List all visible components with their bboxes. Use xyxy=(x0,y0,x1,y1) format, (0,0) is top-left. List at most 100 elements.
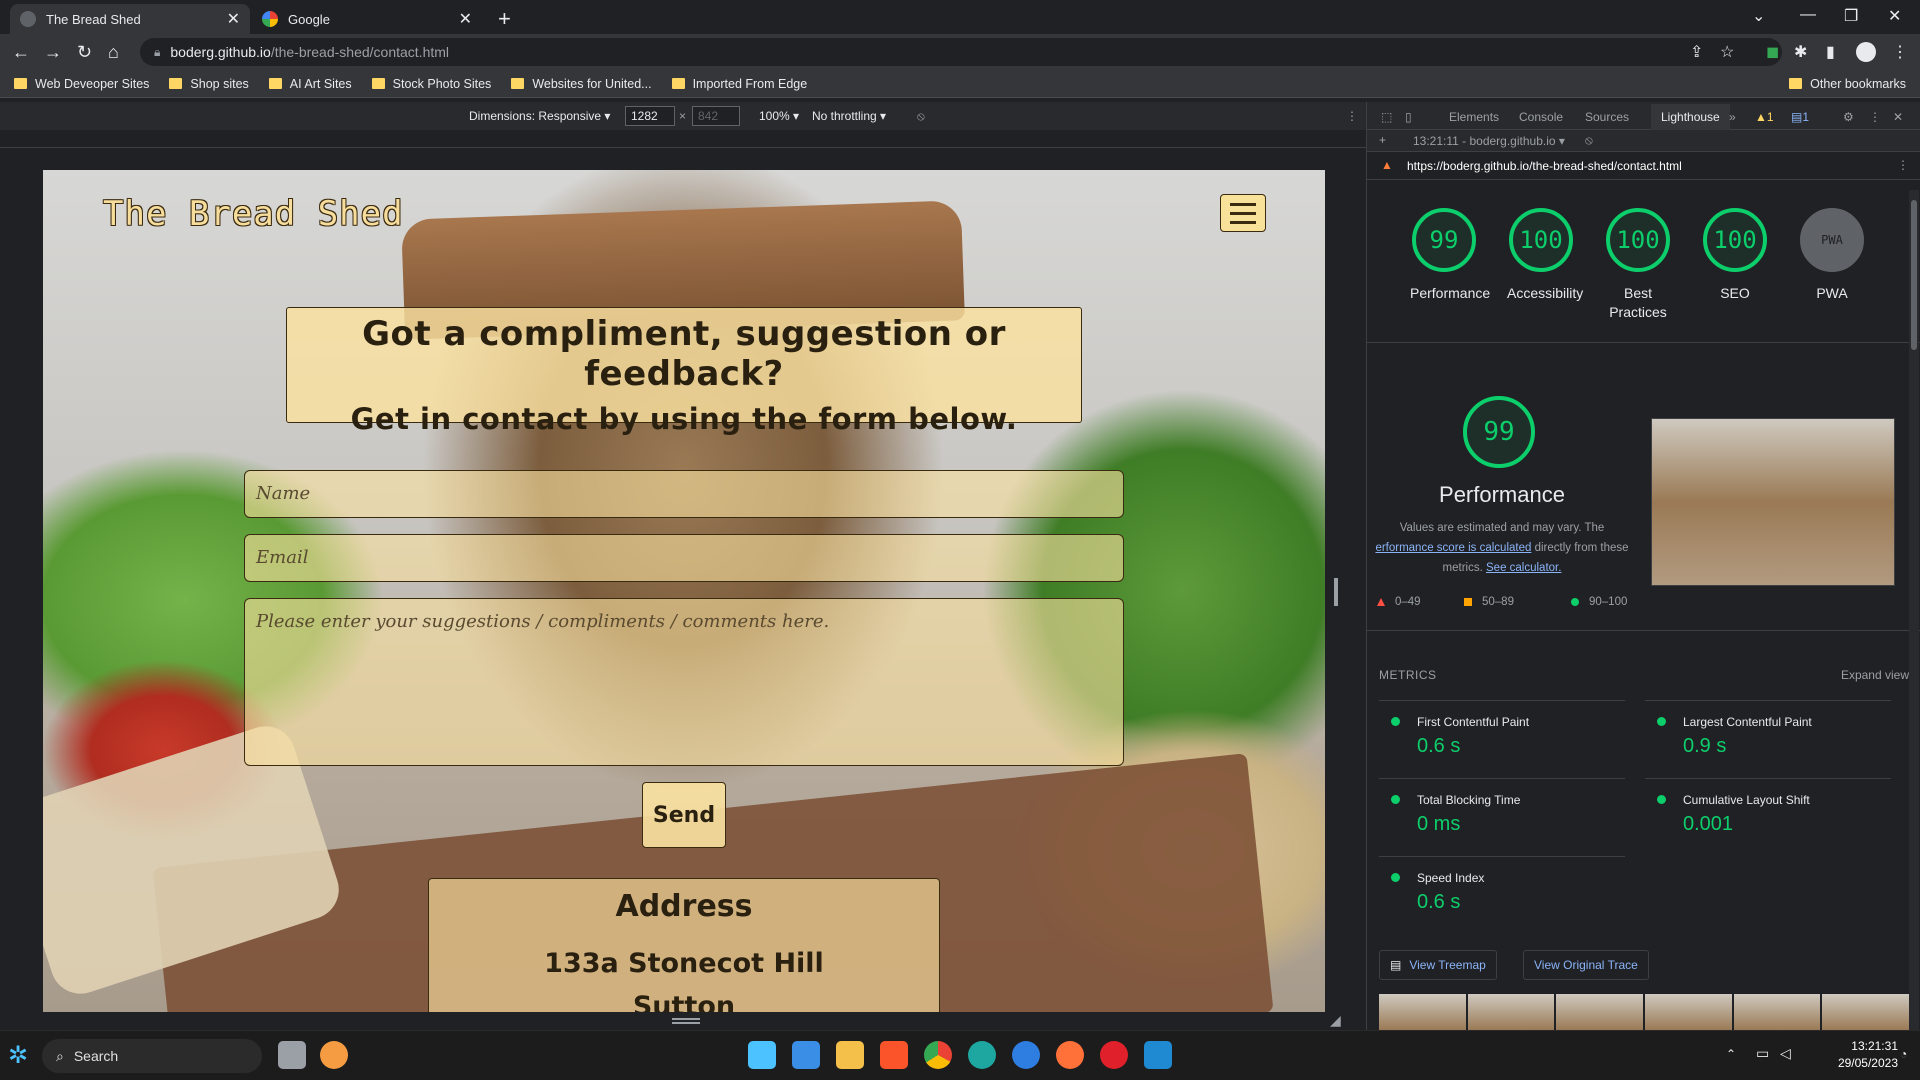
bookmark-folder[interactable]: Stock Photo Sites xyxy=(371,77,491,91)
report-selector[interactable]: 13:21:11 - boderg.github.io ▾ xyxy=(1413,134,1565,148)
name-field[interactable]: Name xyxy=(244,470,1124,518)
tray-chevron-icon[interactable]: ⌃ xyxy=(1726,1047,1736,1061)
dimensions-dropdown[interactable]: Dimensions: Responsive ▾ xyxy=(469,109,610,123)
bookmark-folder[interactable]: Shop sites xyxy=(169,77,249,91)
bookmark-folder[interactable]: Imported From Edge xyxy=(671,77,807,91)
zoom-dropdown[interactable]: 100% ▾ xyxy=(759,109,799,123)
throttling-dropdown[interactable]: No throttling ▾ xyxy=(812,109,886,123)
gauge-pwa[interactable]: PWA PWA xyxy=(1798,208,1866,303)
site-logo[interactable]: The Bread Shed xyxy=(103,194,404,234)
menu-icon[interactable]: ⋮ xyxy=(1892,42,1908,62)
viewport-height-resize-handle[interactable] xyxy=(672,1018,700,1024)
tab-sources[interactable]: Sources xyxy=(1585,110,1629,124)
tab-lighthouse[interactable]: Lighthouse xyxy=(1651,104,1730,130)
brave-icon[interactable] xyxy=(880,1041,908,1069)
settings-gear-icon[interactable]: ⚙ xyxy=(1843,110,1854,124)
store-icon[interactable] xyxy=(748,1041,776,1069)
final-screenshot-thumbnail[interactable] xyxy=(1651,418,1895,586)
legend-label: 50–89 xyxy=(1482,596,1514,608)
width-input[interactable]: 1282 xyxy=(625,106,675,126)
volume-icon[interactable]: ◁ xyxy=(1780,1045,1791,1062)
reload-icon[interactable]: ↻ xyxy=(77,42,92,63)
view-treemap-button[interactable]: ▤ View Treemap xyxy=(1379,950,1497,980)
side-panel-icon[interactable]: ▮ xyxy=(1826,42,1835,62)
new-report-icon[interactable]: + xyxy=(1379,133,1386,147)
network-icon[interactable]: ▭ xyxy=(1756,1045,1769,1062)
messages-badge[interactable]: ▤1 xyxy=(1791,110,1809,124)
taskbar-search[interactable]: ⌕ Search xyxy=(42,1039,262,1073)
bookmark-folder[interactable]: AI Art Sites xyxy=(268,77,352,91)
bookmark-star-icon[interactable]: ☆ xyxy=(1720,42,1734,62)
home-icon[interactable]: ⌂ xyxy=(108,42,119,63)
restore-icon[interactable]: ❐ xyxy=(1844,6,1858,26)
taskbar-clock[interactable]: 13:21:31 29/05/2023 xyxy=(1818,1038,1898,1072)
close-tab-icon[interactable]: ✕ xyxy=(227,9,240,29)
device-toggle-icon[interactable]: ▯ xyxy=(1405,110,1412,124)
devtools-scrollbar[interactable] xyxy=(1909,190,1919,1030)
scrollbar-thumb[interactable] xyxy=(1911,200,1917,350)
address-bar[interactable]: 🔒︎ boderg.github.io/the-bread-shed/conta… xyxy=(140,38,1782,66)
opera-icon[interactable] xyxy=(1100,1041,1128,1069)
corner-resize-icon[interactable]: ◢ xyxy=(1330,1012,1341,1029)
extension-icon[interactable]: ◼ xyxy=(1766,42,1779,62)
clock-time: 13:21:31 xyxy=(1851,1039,1898,1053)
bookmark-folder[interactable]: Websites for United... xyxy=(511,77,652,91)
metric-value: 0.6 s xyxy=(1417,735,1461,757)
notifications-icon[interactable]: ◔ xyxy=(1900,1047,1907,1061)
firefox-icon[interactable] xyxy=(1056,1041,1084,1069)
new-tab-icon[interactable]: + xyxy=(498,6,511,32)
close-tab-icon[interactable]: ✕ xyxy=(459,9,472,29)
warnings-badge[interactable]: ▲1 xyxy=(1755,110,1774,124)
firefox-dev-icon[interactable] xyxy=(1012,1041,1040,1069)
gauge-seo[interactable]: 100 SEO xyxy=(1701,208,1769,303)
gauge-accessibility[interactable]: 100 Accessibility xyxy=(1507,208,1583,303)
forward-icon[interactable]: → xyxy=(44,42,62,63)
lock-icon[interactable]: 🔒︎ xyxy=(154,45,160,60)
rotate-icon[interactable]: ⦸ xyxy=(917,109,925,124)
clear-icon[interactable]: ⦸ xyxy=(1585,133,1593,148)
hamburger-menu-button[interactable] xyxy=(1220,194,1266,232)
inspect-icon[interactable]: ⬚ xyxy=(1381,110,1392,124)
file-explorer-icon[interactable] xyxy=(836,1041,864,1069)
minimize-icon[interactable]: — xyxy=(1800,6,1816,24)
other-bookmarks[interactable]: Other bookmarks xyxy=(1789,77,1906,91)
profile-avatar[interactable] xyxy=(1856,42,1876,62)
bookmark-folder[interactable]: Web Deveoper Sites xyxy=(14,77,149,91)
close-devtools-icon[interactable]: ✕ xyxy=(1893,110,1903,124)
tab-search-icon[interactable]: ⌄ xyxy=(1752,6,1765,26)
score-calculated-link[interactable]: erformance score is calculated xyxy=(1375,542,1531,554)
chrome-icon[interactable] xyxy=(924,1041,952,1069)
mail-icon[interactable] xyxy=(792,1041,820,1069)
message-field[interactable]: Please enter your suggestions / complime… xyxy=(244,598,1124,766)
send-button[interactable]: Send xyxy=(642,782,726,848)
expand-view-toggle[interactable]: Expand view xyxy=(1841,668,1909,682)
edge-icon[interactable] xyxy=(968,1041,996,1069)
report-url[interactable]: https://boderg.github.io/the-bread-shed/… xyxy=(1407,159,1682,173)
close-window-icon[interactable]: ✕ xyxy=(1888,6,1901,26)
viewport-width-resize-handle[interactable] xyxy=(1334,578,1338,606)
view-original-trace-button[interactable]: View Original Trace xyxy=(1523,950,1649,980)
back-icon[interactable]: ← xyxy=(12,42,30,63)
height-input[interactable]: 842 xyxy=(692,106,740,126)
media-query-ruler[interactable] xyxy=(0,130,1366,148)
vscode-icon[interactable] xyxy=(1144,1041,1172,1069)
share-icon[interactable]: ⇪ xyxy=(1690,42,1703,62)
score-ring: 99 xyxy=(1412,208,1476,272)
see-calculator-link[interactable]: See calculator. xyxy=(1486,562,1561,574)
more-options-icon[interactable]: ⋮ xyxy=(1346,109,1358,123)
gauge-performance[interactable]: 99 Performance xyxy=(1410,208,1490,303)
gauge-best-practices[interactable]: 100 Best Practices xyxy=(1604,208,1672,322)
tab-the-bread-shed[interactable]: The Bread Shed ✕ xyxy=(10,4,250,34)
chat-icon[interactable] xyxy=(320,1041,348,1069)
widgets-icon[interactable]: ✲ xyxy=(8,1041,28,1070)
more-tabs-icon[interactable]: » xyxy=(1729,110,1736,124)
filmstrip-frame xyxy=(1645,994,1732,1030)
task-view-icon[interactable] xyxy=(278,1041,306,1069)
devtools-menu-icon[interactable]: ⋮ xyxy=(1869,110,1881,124)
tab-console[interactable]: Console xyxy=(1519,110,1563,124)
puzzle-icon[interactable]: ✱ xyxy=(1794,42,1807,62)
email-field[interactable]: Email xyxy=(244,534,1124,582)
tab-google[interactable]: Google ✕ xyxy=(252,4,482,34)
report-menu-icon[interactable]: ⋮ xyxy=(1897,158,1909,172)
tab-elements[interactable]: Elements xyxy=(1449,110,1499,124)
